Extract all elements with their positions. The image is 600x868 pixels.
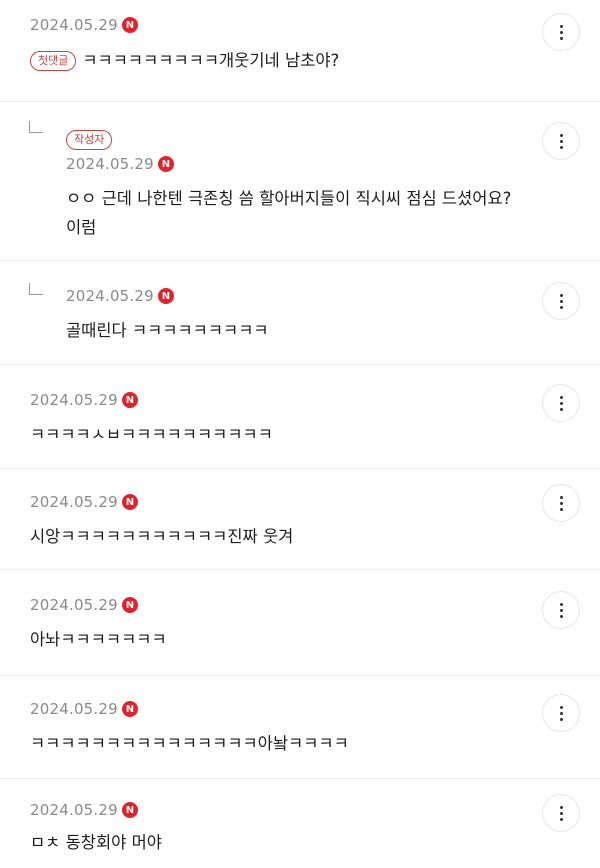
reply-item: 2024.05.29 N 골때린다 ㅋㅋㅋㅋㅋㅋㅋㅋㅋ [0,261,600,365]
reply-arrow-icon [29,283,43,295]
comment-body: 아놔ㅋㅋㅋㅋㅋㅋㅋ [30,625,167,654]
comment-meta: 2024.05.29 N [30,391,138,409]
dot-icon [559,495,563,499]
dot-icon [559,608,563,612]
comment-date: 2024.05.29 [30,801,118,819]
comment-item: 2024.05.29 N 시앙ㅋㅋㅋㅋㅋㅋㅋㅋㅋㅋㅋ진짜 웃겨 [0,469,600,570]
new-badge: N [121,494,138,510]
comment-text: ㅋㅋㅋㅋㅋㅋㅋㅋㅋㅋㅋㅋㅋㅋㅋ아놬ㅋㅋㅋㅋ [30,734,349,753]
new-badge: N [121,802,138,818]
dot-icon [559,133,563,137]
comment-meta: 2024.05.29 N [30,16,138,34]
dot-icon [559,717,563,721]
more-options-button[interactable] [542,484,580,522]
comment-item: 2024.05.29 N ㅋㅋㅋㅋㅅㅂㅋㅋㅋㅋㅋㅋㅋㅋㅋㅋ [0,365,600,469]
more-options-button[interactable] [542,282,580,320]
comment-date: 2024.05.29 [66,287,154,305]
more-options-button[interactable] [542,13,580,51]
comment-text-line: 이럼 [66,218,97,237]
reply-arrow-icon [29,121,43,133]
comment-meta: 2024.05.29 N [66,155,174,173]
comment-meta: 2024.05.29 N [30,801,138,819]
new-badge: N [121,17,138,33]
dot-icon [559,145,563,149]
comment-date: 2024.05.29 [30,16,118,34]
comment-meta: 2024.05.29 N [66,287,174,305]
comment-date: 2024.05.29 [30,596,118,614]
comment-body: 시앙ㅋㅋㅋㅋㅋㅋㅋㅋㅋㅋㅋ진짜 웃겨 [30,522,293,551]
dot-icon [559,501,563,505]
comment-body: 골때린다 ㅋㅋㅋㅋㅋㅋㅋㅋㅋ [66,316,269,345]
comment-body: ㅇㅇ 근데 나한텐 극존칭 씀 할아버지들이 직시씨 점심 드셨어요? 이럼 [66,184,566,242]
dot-icon [559,614,563,618]
reply-item: 작성자 2024.05.29 N ㅇㅇ 근데 나한텐 극존칭 씀 할아버지들이 … [0,102,600,261]
comment-text: 골때린다 ㅋㅋㅋㅋㅋㅋㅋㅋㅋ [66,321,269,340]
comment-text: ㅁㅊ 동창회야 머야 [30,833,162,852]
dot-icon [559,805,563,809]
comment-meta: 2024.05.29 N [30,596,138,614]
comment-date: 2024.05.29 [66,155,154,173]
comment-text-line: ㅇㅇ 근데 나한텐 극존칭 씀 할아버지들이 직시씨 점심 드셨어요? [66,189,512,208]
comment-body: 첫댓글 ㅋㅋㅋㅋㅋㅋㅋㅋㅋ개웃기네 남초야? [30,46,339,75]
dot-icon [559,293,563,297]
comment-date: 2024.05.29 [30,391,118,409]
dot-icon [559,507,563,511]
comment-item: 2024.05.29 N ㅁㅊ 동창회야 머야 [0,779,600,868]
comment-text: ㅋㅋㅋㅋㅋㅋㅋㅋㅋ개웃기네 남초야? [82,51,340,70]
dot-icon [559,401,563,405]
dot-icon [559,36,563,40]
new-badge: N [121,597,138,613]
comment-text: 시앙ㅋㅋㅋㅋㅋㅋㅋㅋㅋㅋㅋ진짜 웃겨 [30,527,294,546]
more-options-button[interactable] [542,694,580,732]
dot-icon [559,705,563,709]
dot-icon [559,305,563,309]
comment-body: ㅋㅋㅋㅋㅋㅋㅋㅋㅋㅋㅋㅋㅋㅋㅋ아놬ㅋㅋㅋㅋ [30,729,349,758]
dot-icon [559,299,563,303]
new-badge: N [157,156,174,172]
dot-icon [559,139,563,143]
comment-meta: 2024.05.29 N [30,700,138,718]
comment-item: 2024.05.29 N ㅋㅋㅋㅋㅋㅋㅋㅋㅋㅋㅋㅋㅋㅋㅋ아놬ㅋㅋㅋㅋ [0,676,600,779]
dot-icon [559,395,563,399]
author-tag: 작성자 [66,130,113,150]
new-badge: N [121,392,138,408]
first-comment-tag: 첫댓글 [30,50,77,71]
comment-body: ㅋㅋㅋㅋㅅㅂㅋㅋㅋㅋㅋㅋㅋㅋㅋㅋ [30,420,273,449]
comment-text: ㅋㅋㅋㅋㅅㅂㅋㅋㅋㅋㅋㅋㅋㅋㅋㅋ [30,425,273,444]
more-options-button[interactable] [542,794,580,832]
comment-item: 2024.05.29 N 아놔ㅋㅋㅋㅋㅋㅋㅋ [0,570,600,676]
dot-icon [559,817,563,821]
new-badge: N [157,288,174,304]
dot-icon [559,24,563,28]
more-options-button[interactable] [542,122,580,160]
comment-item: 2024.05.29 N 첫댓글 ㅋㅋㅋㅋㅋㅋㅋㅋㅋ개웃기네 남초야? [0,0,600,102]
more-options-button[interactable] [542,384,580,422]
comment-text: 아놔ㅋㅋㅋㅋㅋㅋㅋ [30,630,167,649]
dot-icon [559,30,563,34]
more-options-button[interactable] [542,591,580,629]
comment-meta: 2024.05.29 N [30,493,138,511]
comment-date: 2024.05.29 [30,493,118,511]
dot-icon [559,407,563,411]
dot-icon [559,602,563,606]
dot-icon [559,711,563,715]
comment-body: ㅁㅊ 동창회야 머야 [30,828,162,857]
comment-date: 2024.05.29 [30,700,118,718]
dot-icon [559,811,563,815]
new-badge: N [121,701,138,717]
